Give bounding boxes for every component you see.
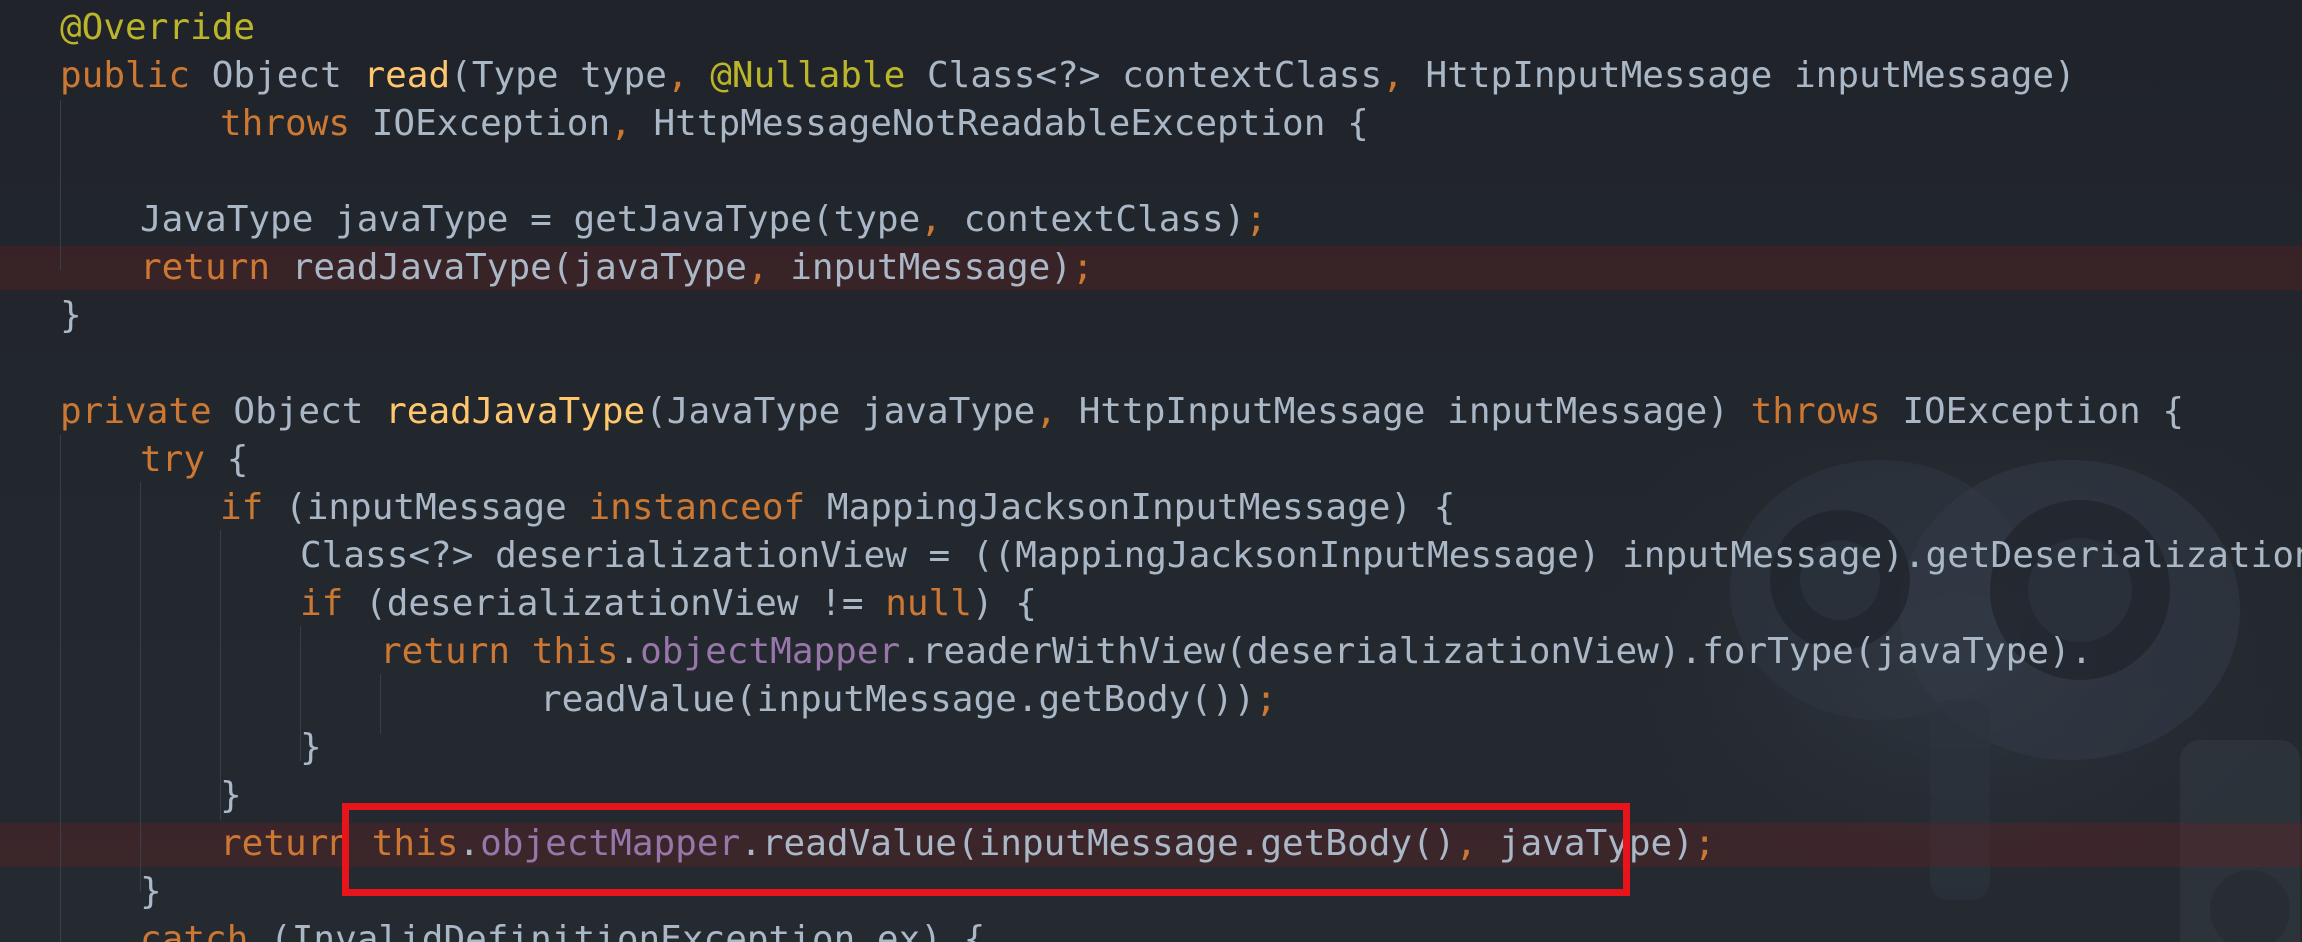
indent-guide	[60, 100, 61, 270]
code-token: Object	[211, 391, 386, 432]
code-line[interactable]: throws IOException, HttpMessageNotReadab…	[220, 100, 1369, 148]
code-token: MappingJacksonInputMessage) {	[805, 487, 1456, 528]
red-highlight-box	[342, 803, 1630, 896]
code-token: }	[220, 775, 242, 816]
code-line[interactable]: private Object readJavaType(JavaType jav…	[60, 388, 2184, 436]
code-token: IOException	[350, 103, 611, 144]
code-line[interactable]: try {	[140, 436, 248, 484]
indent-guide	[140, 482, 141, 892]
code-token: ;	[1255, 679, 1277, 720]
code-token: readValue(inputMessage.getBody())	[540, 679, 1256, 720]
code-token: contextClass)	[963, 199, 1246, 240]
code-token: catch	[140, 919, 249, 942]
code-token: ,	[746, 247, 791, 288]
code-line[interactable]: JavaType javaType = getJavaType(type, co…	[140, 196, 1267, 244]
indent-guide	[60, 435, 61, 942]
code-line[interactable]: }	[60, 292, 82, 340]
code-token: .readerWithView(deserializationView).for…	[900, 631, 2093, 672]
code-token: @Override	[60, 7, 256, 48]
code-token: (JavaType javaType	[645, 391, 1036, 432]
code-token: ;	[1693, 823, 1716, 864]
code-line[interactable]: catch (InvalidDefinitionException ex) {	[140, 916, 985, 942]
code-token: objectMapper	[640, 631, 901, 672]
code-token: (Type type	[450, 55, 667, 96]
code-token: HttpInputMessage inputMessage)	[1425, 55, 2076, 96]
code-line[interactable]: return readJavaType(javaType, inputMessa…	[140, 244, 1094, 292]
code-token: private	[60, 391, 212, 432]
code-token: }	[300, 727, 322, 768]
code-line[interactable]: if (deserializationView != null) {	[300, 580, 1037, 628]
code-token: {	[205, 439, 249, 480]
code-token: ,	[610, 103, 654, 144]
code-line[interactable]: readValue(inputMessage.getBody());	[540, 676, 1277, 724]
code-token: inputMessage)	[790, 247, 1072, 288]
code-token: HttpInputMessage inputMessage)	[1078, 391, 1751, 432]
code-token: if	[220, 487, 264, 528]
code-token: readJavaType(javaType	[270, 247, 747, 288]
code-token: throws	[1750, 391, 1881, 432]
code-line[interactable]: public Object read(Type type, @Nullable …	[60, 52, 2076, 100]
code-token: HttpMessageNotReadableException {	[653, 103, 1369, 144]
code-token: .	[618, 631, 641, 672]
code-token: (inputMessage	[263, 487, 589, 528]
code-token: ,	[666, 55, 711, 96]
code-token: Class<?> contextClass	[905, 55, 1383, 96]
code-token: @Nullable	[710, 55, 906, 96]
code-line[interactable]: return this.objectMapper.readerWithView(…	[380, 628, 2092, 676]
code-token: ;	[1072, 247, 1094, 288]
code-token: ,	[1035, 391, 1079, 432]
code-token: return this	[380, 631, 619, 672]
code-token: IOException {	[1880, 391, 2185, 432]
code-token: ) {	[971, 583, 1037, 624]
code-token: null	[885, 583, 972, 624]
code-token: (deserializationView !=	[343, 583, 886, 624]
indent-guide	[380, 674, 381, 734]
code-token: return	[140, 247, 271, 288]
code-token: if	[300, 583, 344, 624]
code-editor[interactable]: @Override public Object read(Type type, @…	[0, 0, 2302, 942]
code-token: }	[140, 871, 162, 912]
code-token: throws	[220, 103, 351, 144]
code-token: Class<?> deserializationView = ((Mapping…	[300, 535, 2302, 576]
code-token: ,	[920, 199, 964, 240]
code-token: Object	[190, 55, 364, 96]
code-line[interactable]: if (inputMessage instanceof MappingJacks…	[220, 484, 1455, 532]
code-token: ,	[1382, 55, 1426, 96]
code-token: instanceof	[588, 487, 806, 528]
code-line[interactable]: }	[140, 868, 162, 916]
code-token: JavaType javaType = getJavaType(type	[140, 199, 921, 240]
code-token: (InvalidDefinitionException ex) {	[248, 919, 986, 942]
code-line[interactable]: }	[220, 772, 242, 820]
code-line[interactable]: @Override	[60, 4, 255, 52]
code-token: read	[363, 55, 451, 96]
code-line[interactable]: }	[300, 724, 322, 772]
code-token: try	[140, 439, 206, 480]
code-token: ;	[1245, 199, 1268, 240]
code-token: }	[60, 295, 82, 336]
code-token: readJavaType	[385, 391, 646, 432]
code-line[interactable]: Class<?> deserializationView = ((Mapping…	[300, 532, 2302, 580]
code-token: public	[60, 55, 191, 96]
